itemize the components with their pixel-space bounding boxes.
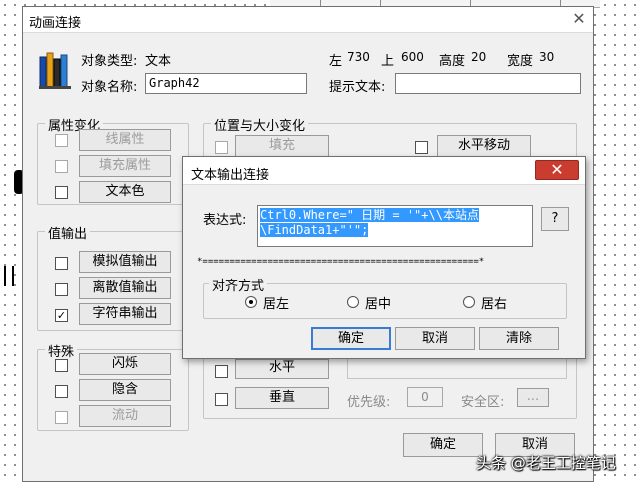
priority-label: 优先级: bbox=[347, 395, 391, 410]
object-type-label: 对象类型: bbox=[81, 54, 138, 69]
clear-button[interactable]: 清除 bbox=[479, 327, 559, 350]
width-label: 宽度 bbox=[507, 54, 534, 69]
discrete-output-button[interactable]: 离散值输出 bbox=[79, 277, 171, 299]
string-output-checkbox[interactable]: ✓ bbox=[55, 309, 68, 322]
align-right-radio[interactable] bbox=[463, 296, 475, 308]
left-label: 左 bbox=[329, 54, 343, 69]
vertical-checkbox[interactable] bbox=[215, 393, 228, 406]
object-name-field[interactable]: Graph42 bbox=[145, 73, 307, 94]
horizontal-move-button[interactable]: 水平移动 bbox=[437, 135, 531, 157]
title-bar: 动画连接 ✕ bbox=[23, 7, 593, 33]
object-name-label: 对象名称: bbox=[81, 80, 138, 95]
string-output-button[interactable]: 字符串输出 bbox=[79, 303, 171, 325]
fill-attr-button[interactable]: 填充属性 bbox=[79, 155, 171, 177]
expression-line-1: Ctrl0.Where=" 日期 = '"+\\本站点 bbox=[260, 208, 479, 222]
text-color-button[interactable]: 文本色 bbox=[79, 181, 171, 203]
expression-textarea[interactable]: Ctrl0.Where=" 日期 = '"+\\本站点 \FindData1+"… bbox=[257, 205, 533, 247]
canvas-shape-fragment bbox=[4, 266, 14, 286]
align-left-label: 居左 bbox=[263, 297, 290, 312]
watermark-text: 头条 @老王工控笔记 bbox=[476, 454, 616, 472]
close-icon[interactable]: ✕ bbox=[535, 160, 579, 180]
left-value: 730 bbox=[347, 50, 370, 64]
text-color-checkbox[interactable] bbox=[55, 186, 68, 199]
text-output-link-dialog: 文本输出连接 ✕ 表达式: Ctrl0.Where=" 日期 = '"+\\本站… bbox=[182, 156, 586, 359]
align-center-label: 居中 bbox=[365, 297, 392, 312]
title-bar: 文本输出连接 ✕ bbox=[183, 157, 585, 185]
object-type-value: 文本 bbox=[145, 54, 172, 69]
browse-variable-button[interactable]: ? bbox=[541, 207, 569, 231]
height-label: 高度 bbox=[439, 54, 466, 69]
analog-output-checkbox[interactable] bbox=[55, 257, 68, 270]
fill-button[interactable]: 填充 bbox=[235, 135, 329, 157]
flow-button[interactable]: 流动 bbox=[79, 405, 171, 427]
top-value: 600 bbox=[401, 50, 424, 64]
special-group-title: 特殊 bbox=[45, 341, 78, 360]
books-icon bbox=[39, 52, 71, 89]
hint-text-label: 提示文本: bbox=[329, 80, 386, 95]
line-attr-button[interactable]: 线属性 bbox=[79, 129, 171, 151]
dialog-title: 文本输出连接 bbox=[191, 168, 270, 183]
security-zone-button[interactable]: ... bbox=[517, 388, 549, 407]
close-icon[interactable]: ✕ bbox=[569, 10, 589, 30]
expression-label: 表达式: bbox=[203, 213, 247, 228]
scale-frame bbox=[347, 357, 567, 379]
flash-checkbox[interactable] bbox=[55, 359, 68, 372]
height-value: 20 bbox=[471, 50, 487, 64]
hide-button[interactable]: 隐含 bbox=[79, 379, 171, 401]
align-right-label: 居右 bbox=[481, 297, 508, 312]
horizontal-move-checkbox[interactable] bbox=[415, 141, 428, 154]
fill-checkbox[interactable] bbox=[215, 141, 228, 154]
value-output-group-title: 值输出 bbox=[45, 223, 91, 242]
alignment-group-title: 对齐方式 bbox=[209, 275, 268, 294]
horizontal-checkbox[interactable] bbox=[215, 365, 228, 378]
horizontal-button[interactable]: 水平 bbox=[235, 359, 329, 379]
hide-checkbox[interactable] bbox=[55, 385, 68, 398]
expression-line-2: \FindData1+"'"; bbox=[260, 223, 369, 237]
security-zone-label: 安全区: bbox=[461, 395, 505, 410]
discrete-output-checkbox[interactable] bbox=[55, 283, 68, 296]
ok-button[interactable]: 确定 bbox=[311, 327, 391, 350]
align-left-radio[interactable] bbox=[245, 296, 257, 308]
width-value: 30 bbox=[539, 50, 555, 64]
fill-attr-checkbox[interactable] bbox=[55, 160, 68, 173]
priority-field[interactable]: 0 bbox=[407, 387, 443, 407]
line-attr-checkbox[interactable] bbox=[55, 134, 68, 147]
analog-output-button[interactable]: 模拟值输出 bbox=[79, 251, 171, 273]
hint-text-field[interactable] bbox=[395, 73, 581, 94]
flow-checkbox[interactable] bbox=[55, 411, 68, 424]
cancel-button[interactable]: 取消 bbox=[395, 327, 475, 350]
ok-button[interactable]: 确定 bbox=[403, 433, 483, 457]
vertical-button[interactable]: 垂直 bbox=[235, 387, 329, 409]
top-label: 上 bbox=[381, 54, 395, 69]
align-center-radio[interactable] bbox=[347, 296, 359, 308]
dialog-title: 动画连接 bbox=[29, 16, 82, 31]
separator-line: *=======================================… bbox=[197, 257, 485, 267]
flash-button[interactable]: 闪烁 bbox=[79, 353, 171, 375]
position-size-group-title: 位置与大小变化 bbox=[211, 115, 309, 134]
